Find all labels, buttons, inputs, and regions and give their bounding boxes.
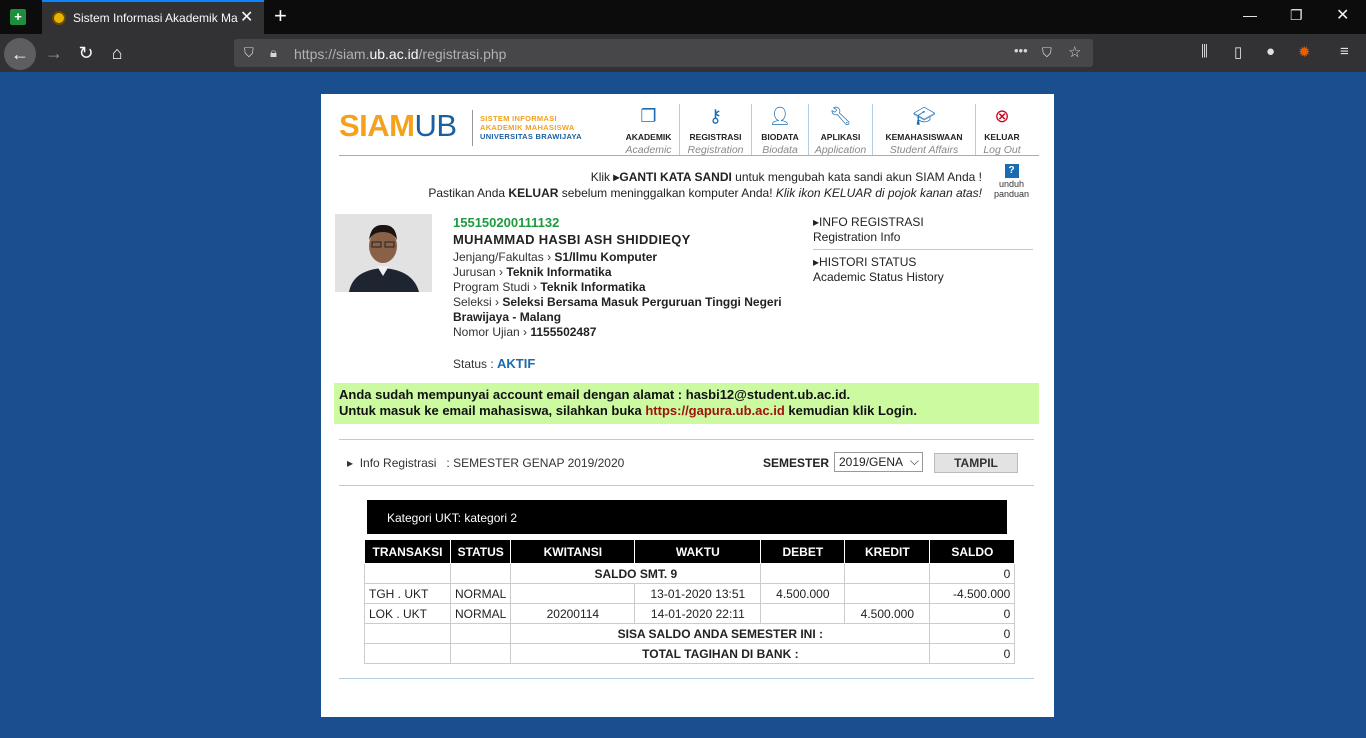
table-row: LOK . UKT NORMAL 20200114 14-01-2020 22:… [364,603,1016,624]
documents-icon: ❐ [640,106,657,126]
menu-biodata[interactable]: 👤︎ BIODATA Biodata [752,104,809,156]
student-photo [335,214,432,292]
close-circle-icon: ⊗ [994,106,1010,126]
ujian-row: Nomor Ujian › 1155502487 [453,325,597,339]
info-registrasi-subtitle: Registration Info [813,230,901,244]
reload-icon[interactable]: ↻ [72,40,100,66]
extension-icon[interactable]: ✹ [1298,43,1311,61]
account-icon[interactable]: ● [1266,43,1275,60]
browser-tab-bar: + Sistem Informasi Akademik Ma ✕ + — ❐ ✕ [0,0,1366,34]
logo-divider [472,110,473,146]
url-text[interactable]: https://siam.ub.ac.id/registrasi.php [294,46,506,62]
table-row: SALDO SMT. 9 0 [364,563,1016,584]
sidebar-icon[interactable]: ▯ [1234,43,1242,61]
menu-registrasi[interactable]: ⚷ REGISTRASI Registration [680,104,752,156]
forward-icon[interactable]: → [40,40,68,66]
histori-status-subtitle: Academic Status History [813,270,944,284]
header-divider [339,155,1039,156]
jurusan-row: Jurusan › Teknik Informatika [453,265,612,279]
student-nim: 155150200111132 [453,215,560,230]
unduh-panduan-link[interactable]: ? unduh panduan [994,164,1029,199]
notice-text: Klik ▸GANTI KATA SANDI untuk mengubah ka… [428,170,982,200]
browser-tab[interactable]: Sistem Informasi Akademik Ma ✕ [42,0,264,34]
divider [339,439,1034,440]
divider [339,678,1034,679]
table-row: TGH . UKT NORMAL 13-01-2020 13:51 4.500.… [364,583,1016,604]
app-plus-icon[interactable]: + [10,9,26,25]
browser-nav-bar: ← → ↻ ⌂ ⛉ 🔒︎ https://siam.ub.ac.id/regis… [0,34,1366,72]
main-menu: ❐ AKADEMIK Academic ⚷ REGISTRASI Registr… [618,104,1028,156]
siamub-logo[interactable]: SIAMUB [339,108,457,144]
tampil-button[interactable]: TAMPIL [934,453,1018,473]
lock-icon[interactable]: 🔒︎ [270,45,277,61]
graduation-cap-icon: 🎓︎ [912,106,936,126]
email-info-box: Anda sudah mempunyai account email denga… [334,383,1039,424]
prodi-row: Program Studi › Teknik Informatika [453,280,646,294]
semester-select[interactable]: 2019/GENA ⌵ [834,452,923,472]
menu-kemahasiswaan[interactable]: 🎓︎ KEMAHASISWAAN Student Affairs [873,104,976,156]
restore-icon[interactable]: ❐ [1290,7,1303,24]
key-icon: ⚷ [708,106,723,126]
page-actions-icon[interactable]: ••• [1014,43,1028,58]
ub-favicon-icon [52,11,66,25]
menu-aplikasi[interactable]: 🔧︎ APLIKASI Application [809,104,873,156]
reg-info: ▸ Info Registrasi : SEMESTER GENAP 2019/… [347,456,625,470]
ganti-kata-sandi-link[interactable]: ▸GANTI KATA SANDI [613,170,731,184]
col-status: STATUS [449,539,512,564]
tab-close-icon[interactable]: ✕ [240,7,253,27]
status-row: Status : AKTIF [453,356,536,371]
window-close-icon[interactable]: ✕ [1336,5,1349,25]
student-info: 155150200111132 MUHAMMAD HASBI ASH SHIDD… [453,215,803,372]
transaction-table: TRANSAKSI STATUS KWITANSI WAKTU DEBET KR… [364,539,1016,664]
table-row-sisa: SISA SALDO ANDA SEMESTER INI : 0 [364,623,1016,644]
side-links: ▸INFO REGISTRASI Registration Info ▸HIST… [813,215,1033,285]
download-guide-icon: ? [1004,164,1019,178]
divider [339,485,1034,486]
user-icon: 👤︎ [768,106,792,126]
tab-title: Sistem Informasi Akademik Ma [73,11,238,25]
col-kwitansi: KWITANSI [510,539,636,564]
library-icon[interactable]: ⫼ [1201,43,1208,60]
col-debet: DEBET [760,539,846,564]
ukt-category-bar: Kategori UKT: kategori 2 [367,500,1007,534]
seleksi-row: Seleksi › Seleksi Bersama Masuk Pergurua… [453,295,782,324]
menu-keluar[interactable]: ⊗ KELUAR Log Out [976,104,1028,156]
table-row-total: TOTAL TAGIHAN DI BANK : 0 [364,643,1016,664]
info-registrasi-link[interactable]: ▸INFO REGISTRASI [813,215,1033,230]
semester-label: SEMESTER [763,456,830,470]
col-kredit: KREDIT [844,539,931,564]
menu-hamburger-icon[interactable]: ≡ [1340,43,1349,60]
minimize-icon[interactable]: — [1243,7,1257,23]
jenjang-row: Jenjang/Fakultas › S1/Ilmu Komputer [453,250,658,264]
status-badge: AKTIF [497,356,536,371]
col-saldo: SALDO [929,539,1016,564]
gapura-link[interactable]: https://gapura.ub.ac.id [645,403,784,418]
wrench-icon: 🔧︎ [829,106,852,126]
shield-icon[interactable]: ⛉ [244,45,254,61]
histori-status-link[interactable]: ▸HISTORI STATUS [813,255,1033,270]
logo-subtitle: SISTEM INFORMASI AKADEMIK MAHASISWA UNIV… [480,114,582,141]
student-name: MUHAMMAD HASBI ASH SHIDDIEQY [453,232,691,247]
side-divider [813,249,1033,250]
home-icon[interactable]: ⌂ [103,40,131,66]
menu-akademik[interactable]: ❐ AKADEMIK Academic [618,104,680,156]
pocket-icon[interactable]: ⛉ [1042,45,1052,61]
url-bar[interactable]: ⛉ 🔒︎ https://siam.ub.ac.id/registrasi.ph… [234,39,1093,67]
new-tab-icon[interactable]: + [274,3,287,29]
page-container: SIAMUB SISTEM INFORMASI AKADEMIK MAHASIS… [321,94,1054,717]
col-transaksi: TRANSAKSI [364,539,451,564]
col-waktu: WAKTU [634,539,762,564]
chevron-down-icon: ⌵ [909,454,919,468]
back-icon[interactable]: ← [4,38,36,70]
bookmark-star-icon[interactable]: ☆ [1068,43,1081,61]
